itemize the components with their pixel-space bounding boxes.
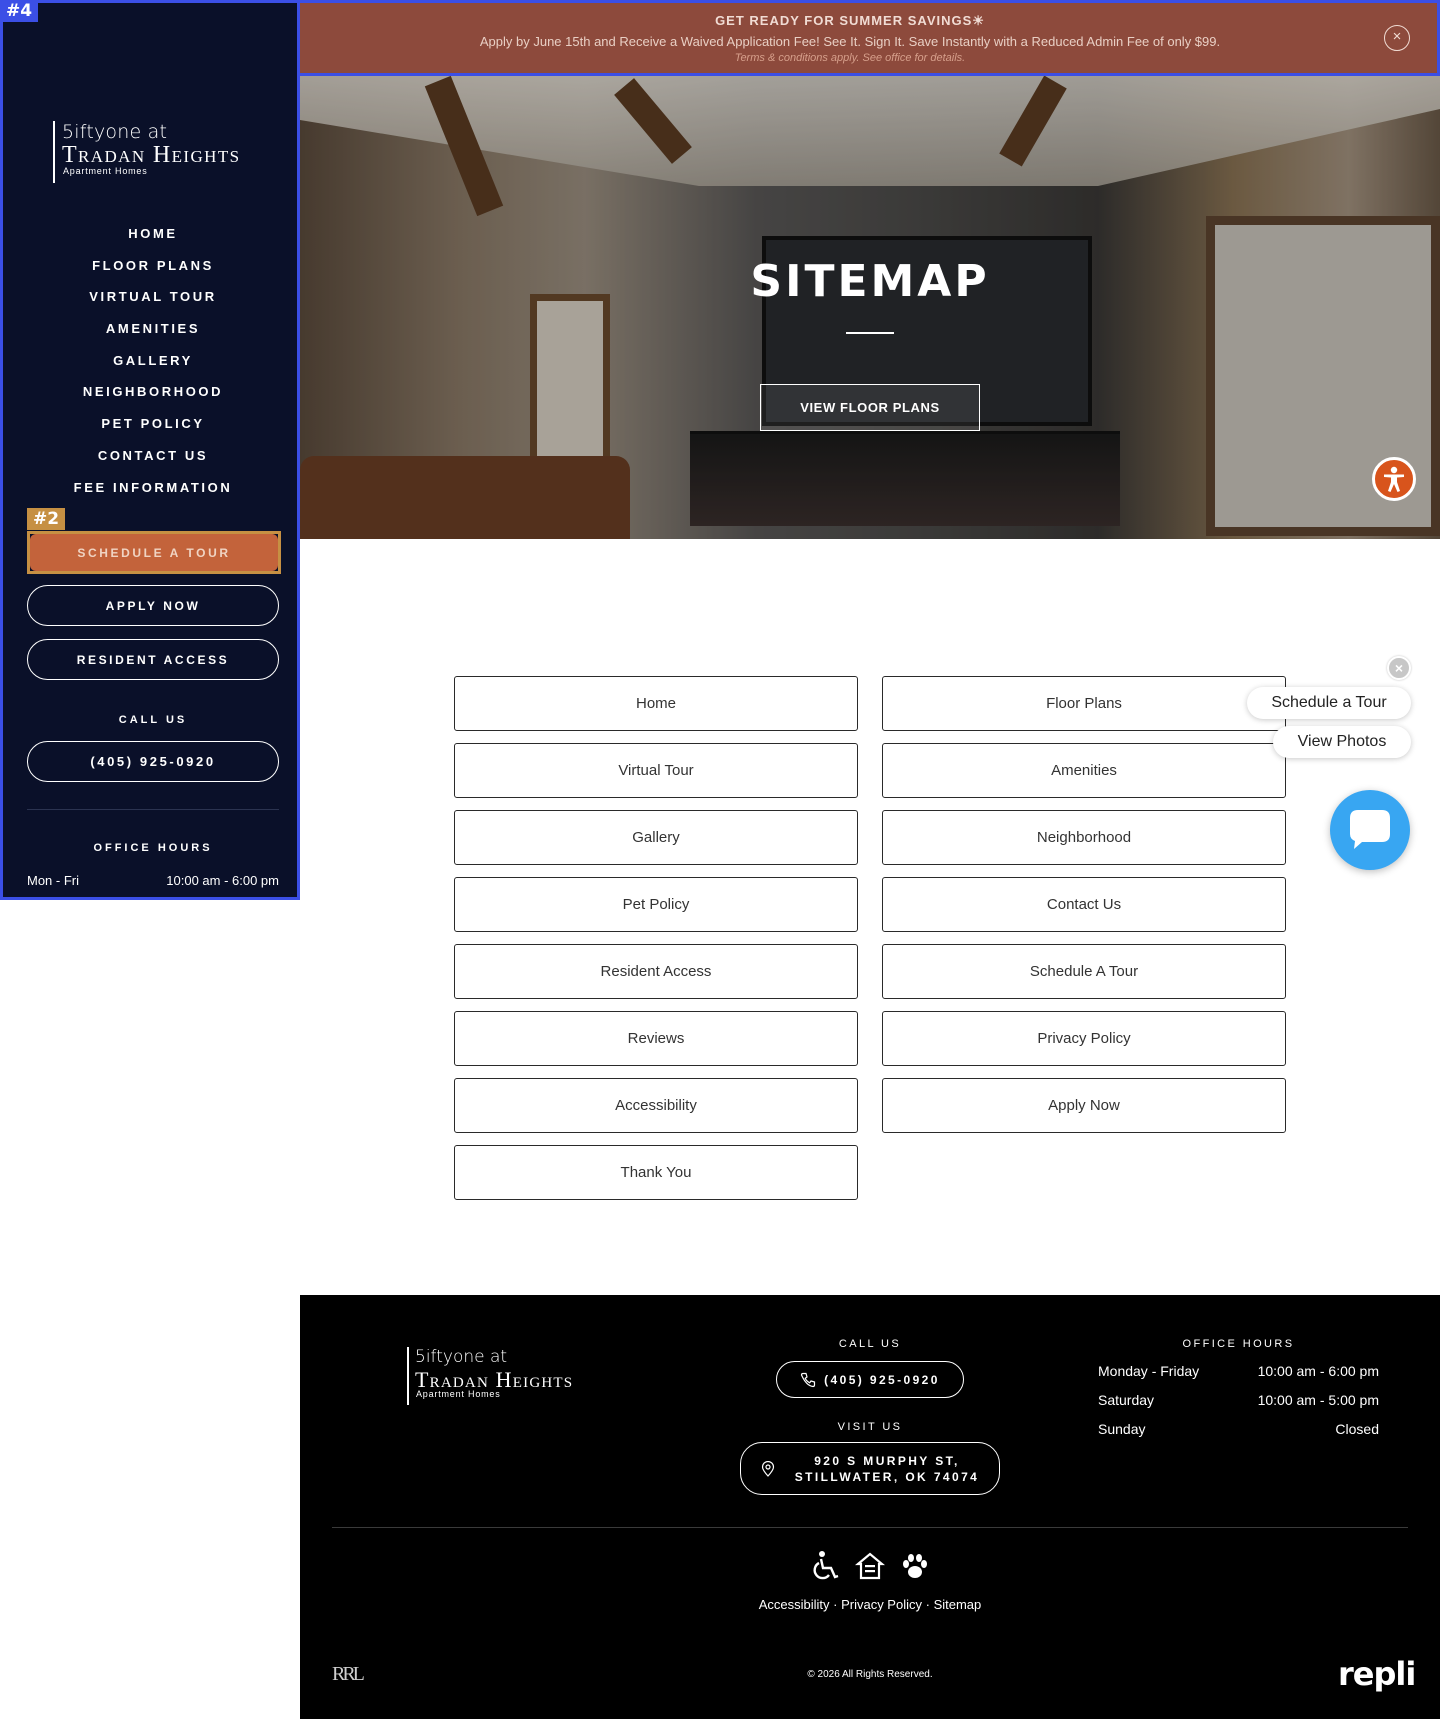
nav-item-neighborhood[interactable]: NEIGHBORHOOD [3, 383, 303, 415]
accessibility-icon[interactable] [1372, 457, 1416, 501]
hours-row: Sunday Closed [1098, 1421, 1379, 1450]
footer-link-separator: · [829, 1597, 842, 1612]
wheelchair-icon [810, 1550, 840, 1582]
chat-schedule-tour-button[interactable]: Schedule a Tour [1247, 687, 1411, 719]
main-nav: HOME FLOOR PLANS VIRTUAL TOUR AMENITIES … [3, 225, 303, 510]
office-hours-row: Mon - Fri 10:00 am - 6:00 pm [27, 873, 279, 888]
hours-row: Saturday 10:00 am - 5:00 pm [1098, 1392, 1379, 1421]
nav-item-contact-us[interactable]: CONTACT US [3, 447, 303, 479]
equal-housing-icon [854, 1550, 886, 1582]
page: GET READY FOR SUMMER SAVINGS☀ Apply by J… [0, 0, 1440, 1719]
logo-line-2: Tradan Heights [62, 142, 241, 168]
logo-bar [53, 121, 55, 183]
hours-days: Mon - Fri [27, 873, 79, 888]
footer-logo-bar [407, 1347, 409, 1405]
paw-icon [900, 1550, 930, 1582]
footer-phone-button[interactable]: (405) 925-0920 [776, 1361, 964, 1398]
nav-item-gallery[interactable]: GALLERY [3, 352, 303, 384]
footer-address-line-2: STILLWATER, OK 74074 [794, 1469, 980, 1484]
sitemap-link-home[interactable]: Home [454, 676, 858, 731]
page-title: SITEMAP [750, 256, 990, 307]
sitemap-link-pet-policy[interactable]: Pet Policy [454, 877, 858, 932]
footer-phone-text: (405) 925-0920 [824, 1372, 940, 1387]
sidebar-divider [27, 809, 279, 810]
sitemap-link-apply-now[interactable]: Apply Now [882, 1078, 1286, 1133]
banner-title: GET READY FOR SUMMER SAVINGS☀ [715, 13, 985, 28]
sitemap-link-thank-you[interactable]: Thank You [454, 1145, 858, 1200]
nav-item-fee-information[interactable]: FEE INFORMATION [3, 479, 303, 511]
footer-office-hours-label: OFFICE HOURS [1182, 1338, 1295, 1350]
call-us-label: CALL US [118, 714, 188, 726]
hours-day: Monday - Friday [1098, 1363, 1200, 1379]
hero-overlay [300, 76, 1440, 539]
footer-call-label: CALL US [838, 1338, 902, 1350]
hours-time: 10:00 am - 6:00 pm [1257, 1363, 1379, 1379]
footer-logo-line-1: 5iftyone at [415, 1347, 508, 1367]
sitemap-link-resident-access[interactable]: Resident Access [454, 944, 858, 999]
chat-close-icon[interactable]: × [1387, 656, 1411, 680]
banner-terms: Terms & conditions apply. See office for… [734, 52, 966, 64]
close-icon[interactable]: × [1384, 25, 1410, 51]
sitemap-link-contact-us[interactable]: Contact Us [882, 877, 1286, 932]
schedule-tour-button[interactable]: SCHEDULE A TOUR [30, 534, 278, 571]
banner-text: Apply by June 15th and Receive a Waived … [479, 34, 1221, 49]
chat-bubble-icon[interactable] [1330, 790, 1410, 870]
footer-address-line-1: 920 S MURPHY ST, [814, 1453, 960, 1468]
logo-line-1: 5iftyone at [62, 121, 168, 143]
hours-day: Saturday [1098, 1392, 1155, 1408]
sitemap-link-reviews[interactable]: Reviews [454, 1011, 858, 1066]
office-hours-label: OFFICE HOURS [93, 842, 213, 854]
nav-item-floor-plans[interactable]: FLOOR PLANS [3, 257, 303, 289]
footer-logo-line-3: Apartment Homes [416, 1389, 501, 1399]
resident-access-button[interactable]: RESIDENT ACCESS [27, 639, 279, 680]
nav-item-pet-policy[interactable]: PET POLICY [3, 415, 303, 447]
phone-button[interactable]: (405) 925-0920 [27, 741, 279, 782]
phone-icon [800, 1372, 816, 1388]
footer-link-sitemap[interactable]: Sitemap [934, 1597, 982, 1612]
footer-divider [332, 1527, 1408, 1528]
logo[interactable]: 5iftyone at Tradan Heights Apartment Hom… [53, 121, 263, 183]
view-floor-plans-button[interactable]: VIEW FLOOR PLANS [760, 384, 980, 431]
schedule-tour-highlight: SCHEDULE A TOUR [27, 531, 281, 574]
footer-link-separator: · [922, 1597, 934, 1612]
annotation-badge-2: #2 [27, 508, 66, 530]
hours-time: 10:00 am - 6:00 pm [166, 873, 279, 888]
nav-item-home[interactable]: HOME [3, 225, 303, 257]
copyright: © 2026 All Rights Reserved. [807, 1669, 933, 1680]
sitemap-link-virtual-tour[interactable]: Virtual Tour [454, 743, 858, 798]
footer-address-button[interactable]: 920 S MURPHY ST, STILLWATER, OK 74074 [740, 1442, 1000, 1495]
sitemap-link-gallery[interactable]: Gallery [454, 810, 858, 865]
footer: 5iftyone at Tradan Heights Apartment Hom… [300, 1295, 1440, 1719]
footer-links: Accessibility · Privacy Policy · Sitemap [300, 1597, 1440, 1612]
sitemap-link-neighborhood[interactable]: Neighborhood [882, 810, 1286, 865]
hours-time: Closed [1335, 1421, 1379, 1437]
sitemap-link-privacy-policy[interactable]: Privacy Policy [882, 1011, 1286, 1066]
footer-visit-label: VISIT US [837, 1421, 903, 1433]
footer-address-text: 920 S MURPHY ST, STILLWATER, OK 74074 [795, 1453, 979, 1485]
sitemap-link-floor-plans[interactable]: Floor Plans [882, 676, 1286, 731]
hero: SITEMAP VIEW FLOOR PLANS [300, 76, 1440, 539]
hero-divider [846, 332, 894, 334]
hours-row: Monday - Friday 10:00 am - 6:00 pm [1098, 1363, 1379, 1392]
sitemap-link-amenities[interactable]: Amenities [882, 743, 1286, 798]
logo-line-3: Apartment Homes [63, 166, 148, 176]
hours-time: 10:00 am - 5:00 pm [1257, 1392, 1379, 1408]
footer-compliance-icons [810, 1550, 930, 1582]
footer-link-accessibility[interactable]: Accessibility [759, 1597, 830, 1612]
repli-logo[interactable]: repli [1338, 1655, 1416, 1693]
nav-item-amenities[interactable]: AMENITIES [3, 320, 303, 352]
apply-now-button[interactable]: APPLY NOW [27, 585, 279, 626]
hours-day: Sunday [1098, 1421, 1146, 1437]
sidebar: 5iftyone at Tradan Heights Apartment Hom… [0, 0, 300, 900]
footer-link-privacy-policy[interactable]: Privacy Policy [841, 1597, 922, 1612]
footer-office-hours: Monday - Friday 10:00 am - 6:00 pm Satur… [1098, 1363, 1379, 1450]
sitemap-link-schedule-a-tour[interactable]: Schedule A Tour [882, 944, 1286, 999]
nav-item-virtual-tour[interactable]: VIRTUAL TOUR [3, 288, 303, 320]
footer-logo[interactable]: 5iftyone at Tradan Heights Apartment Hom… [407, 1347, 617, 1407]
map-pin-icon [761, 1460, 775, 1477]
chat-view-photos-button[interactable]: View Photos [1273, 726, 1411, 758]
annotation-badge-4: #4 [0, 0, 39, 22]
sitemap-link-accessibility[interactable]: Accessibility [454, 1078, 858, 1133]
